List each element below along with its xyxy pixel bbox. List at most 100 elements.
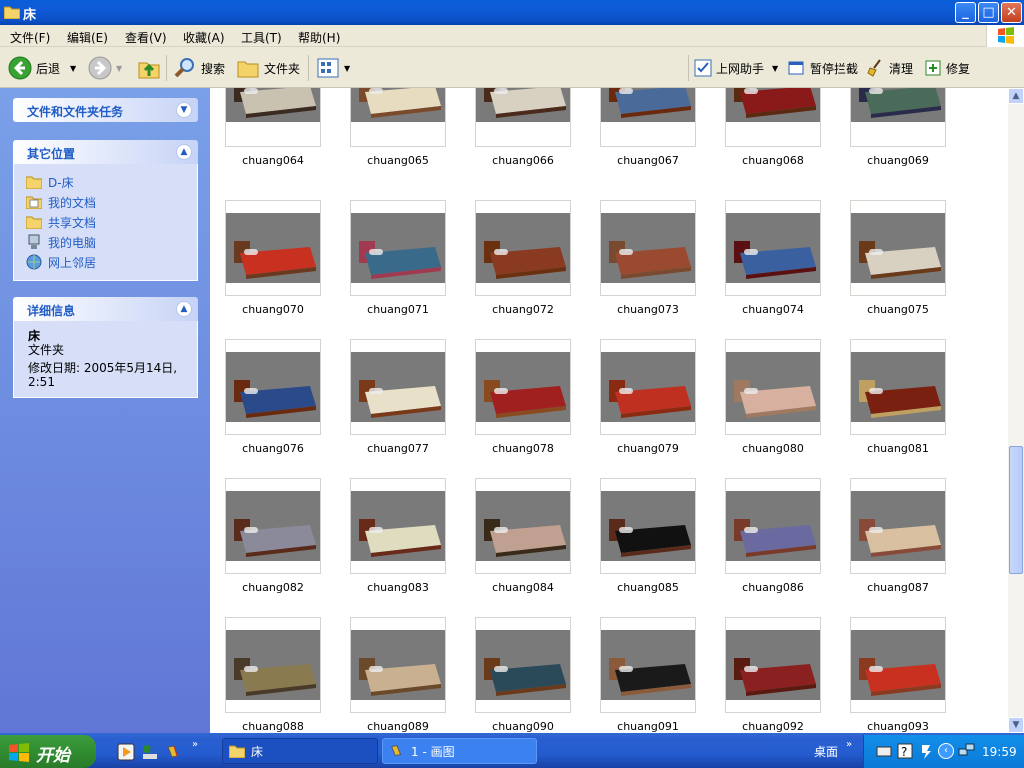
start-button[interactable]: 开始 (0, 735, 96, 768)
file-thumbnail[interactable] (850, 88, 946, 147)
file-thumbnail[interactable] (225, 478, 321, 574)
close-button[interactable]: ✕ (1001, 2, 1022, 23)
place-my-computer[interactable]: 我的电脑 (26, 232, 187, 252)
file-name[interactable]: chuang067 (588, 154, 708, 167)
file-thumbnail[interactable] (725, 617, 821, 713)
file-name[interactable]: chuang074 (713, 303, 833, 316)
paint-brush-icon[interactable] (165, 743, 183, 761)
scroll-thumb[interactable] (1009, 446, 1023, 574)
file-name[interactable]: chuang070 (213, 303, 333, 316)
help-icon[interactable]: ? (897, 743, 913, 759)
file-name[interactable]: chuang083 (338, 581, 458, 594)
task-explorer-window[interactable]: 床 (222, 738, 378, 764)
menu-tools[interactable]: 工具(T) (241, 29, 282, 46)
file-name[interactable]: chuang089 (338, 720, 458, 733)
file-name[interactable]: chuang066 (463, 154, 583, 167)
menu-help[interactable]: 帮助(H) (298, 29, 340, 46)
quick-launch-more-icon[interactable]: » (192, 739, 198, 750)
file-name[interactable]: chuang078 (463, 442, 583, 455)
file-name[interactable]: chuang073 (588, 303, 708, 316)
chevron-down-icon[interactable]: ▼ (176, 102, 192, 118)
maximize-button[interactable]: □ (978, 2, 999, 23)
file-name[interactable]: chuang081 (838, 442, 958, 455)
file-name[interactable]: chuang077 (338, 442, 458, 455)
file-thumbnail[interactable] (350, 200, 446, 296)
other-places-header[interactable]: 其它位置 ▲ (13, 140, 198, 164)
file-name[interactable]: chuang086 (713, 581, 833, 594)
file-thumbnail[interactable] (850, 339, 946, 435)
forward-button[interactable]: ▼ (88, 55, 122, 81)
back-dropdown-icon[interactable]: ▼ (70, 64, 76, 73)
scroll-up-button[interactable]: ▲ (1008, 88, 1024, 104)
menu-file[interactable]: 文件(F) (10, 29, 50, 46)
file-name[interactable]: chuang087 (838, 581, 958, 594)
file-thumbnail[interactable] (600, 478, 696, 574)
folders-button[interactable]: 文件夹 (236, 55, 300, 81)
file-thumbnail[interactable] (225, 617, 321, 713)
file-thumbnail[interactable] (725, 339, 821, 435)
file-thumbnail[interactable] (475, 617, 571, 713)
keyboard-icon[interactable] (876, 744, 892, 758)
minimize-button[interactable]: _ (955, 2, 976, 23)
file-name[interactable]: chuang091 (588, 720, 708, 733)
up-folder-button[interactable] (137, 55, 165, 81)
place-network[interactable]: 网上邻居 (26, 252, 187, 272)
task-paint-window[interactable]: 1 - 画图 (382, 738, 537, 764)
file-thumbnail[interactable] (475, 200, 571, 296)
tray-app-icon[interactable] (920, 743, 932, 759)
file-name[interactable]: chuang072 (463, 303, 583, 316)
file-thumbnail[interactable] (225, 88, 321, 147)
file-name[interactable]: chuang075 (838, 303, 958, 316)
media-player-icon[interactable] (117, 743, 135, 761)
file-thumbnail[interactable] (350, 88, 446, 147)
search-button[interactable]: 搜索 (173, 55, 225, 81)
chevron-up-icon[interactable]: ▲ (176, 144, 192, 160)
file-thumbnail[interactable] (350, 478, 446, 574)
file-name[interactable]: chuang088 (213, 720, 333, 733)
file-thumbnail[interactable] (850, 200, 946, 296)
tasks-panel-header[interactable]: 文件和文件夹任务 ▼ (13, 98, 198, 122)
back-button[interactable]: 后退 ▼ (8, 55, 76, 81)
file-name[interactable]: chuang090 (463, 720, 583, 733)
views-dropdown-icon[interactable]: ▼ (344, 64, 350, 73)
vertical-scrollbar[interactable]: ▲ ▼ (1008, 88, 1024, 733)
file-name[interactable]: chuang076 (213, 442, 333, 455)
file-name[interactable]: chuang068 (713, 154, 833, 167)
file-thumbnail[interactable] (225, 200, 321, 296)
file-name[interactable]: chuang069 (838, 154, 958, 167)
file-thumbnail[interactable] (225, 339, 321, 435)
desktop-toolbar-label[interactable]: 桌面 (814, 743, 838, 760)
helper-dropdown-icon[interactable]: ▼ (772, 64, 778, 73)
file-thumbnail[interactable] (850, 478, 946, 574)
file-thumbnail[interactable] (475, 339, 571, 435)
place-shared-documents[interactable]: 共享文档 (26, 212, 187, 232)
messenger-icon[interactable] (141, 743, 159, 761)
views-button[interactable]: ▼ (316, 55, 350, 81)
place-my-documents[interactable]: 我的文档 (26, 192, 187, 212)
file-name[interactable]: chuang082 (213, 581, 333, 594)
file-thumbnail[interactable] (600, 200, 696, 296)
file-name[interactable]: chuang071 (338, 303, 458, 316)
file-name[interactable]: chuang079 (588, 442, 708, 455)
file-thumbnail[interactable] (350, 617, 446, 713)
chevron-up-icon[interactable]: ▲ (176, 301, 192, 317)
desktop-more-icon[interactable]: » (846, 739, 852, 750)
forward-dropdown-icon[interactable]: ▼ (116, 64, 122, 73)
file-name[interactable]: chuang065 (338, 154, 458, 167)
file-thumbnail[interactable] (475, 88, 571, 147)
menu-edit[interactable]: 编辑(E) (67, 29, 108, 46)
repair-button[interactable]: 修复 (924, 55, 970, 81)
file-thumbnail[interactable] (475, 478, 571, 574)
show-hidden-icons-icon[interactable]: ‹ (938, 743, 954, 759)
place-d-bed[interactable]: D-床 (26, 172, 187, 192)
file-thumbnail[interactable] (725, 200, 821, 296)
file-name[interactable]: chuang093 (838, 720, 958, 733)
file-thumbnail[interactable] (725, 88, 821, 147)
online-helper-button[interactable]: 上网助手 ▼ (694, 55, 778, 81)
file-name[interactable]: chuang084 (463, 581, 583, 594)
file-thumbnail[interactable] (350, 339, 446, 435)
file-thumbnail[interactable] (600, 88, 696, 147)
file-thumbnail[interactable] (850, 617, 946, 713)
file-name[interactable]: chuang064 (213, 154, 333, 167)
menu-view[interactable]: 查看(V) (125, 29, 167, 46)
